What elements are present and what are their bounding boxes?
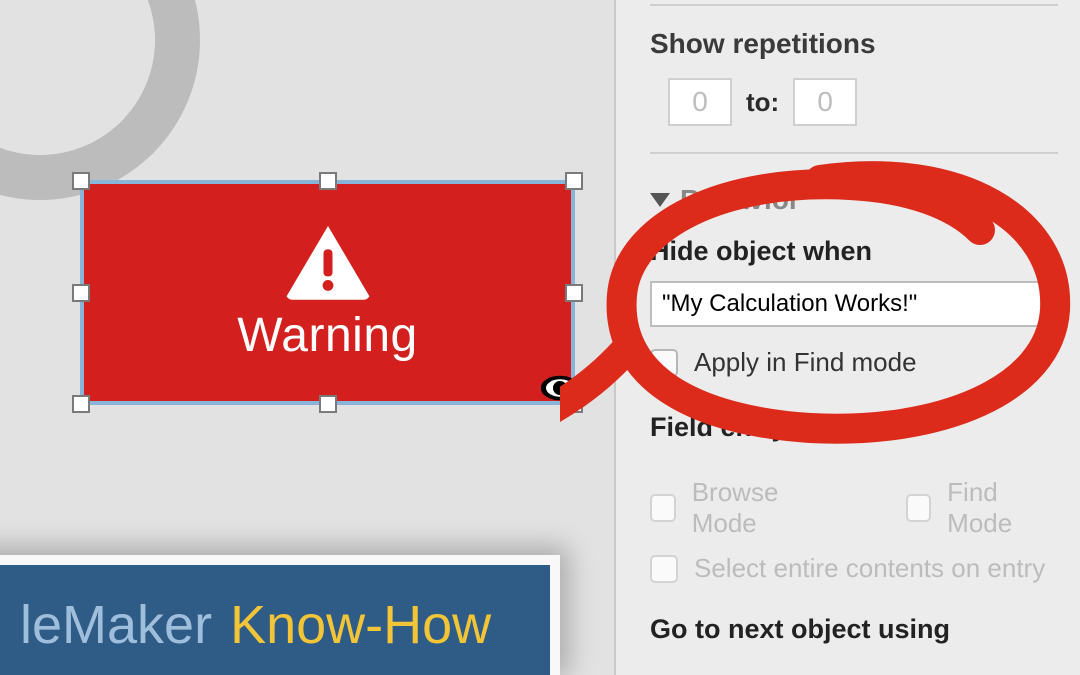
eye-icon xyxy=(539,367,581,409)
banner-text-1: leMaker xyxy=(20,594,212,656)
brand-banner: leMaker Know-How xyxy=(0,555,560,675)
behavior-section-header[interactable]: Behavior xyxy=(650,184,1058,216)
resize-handle-mr[interactable] xyxy=(565,284,583,302)
go-next-label: Go to next object using xyxy=(650,614,1058,645)
apply-find-label: Apply in Find mode xyxy=(694,347,917,378)
find-mode-row[interactable]: Find Mode xyxy=(906,477,1058,539)
warning-label: Warning xyxy=(237,308,417,363)
inspector-panel: Show repetitions 0 to: 0 Behavior Hide o… xyxy=(614,0,1080,675)
hide-object-label: Hide object when xyxy=(650,236,1058,267)
warning-triangle-icon xyxy=(283,222,373,302)
apply-find-mode-row[interactable]: Apply in Find mode xyxy=(650,347,1058,378)
resize-handle-tl[interactable] xyxy=(72,172,90,190)
browse-mode-label: Browse Mode xyxy=(692,477,836,539)
resize-handle-bl[interactable] xyxy=(72,395,90,413)
layout-canvas[interactable]: Warning leMaker Know- xyxy=(0,0,614,675)
browse-mode-checkbox[interactable] xyxy=(650,494,676,522)
behavior-title: Behavior xyxy=(680,184,800,216)
select-contents-checkbox[interactable] xyxy=(650,555,678,583)
select-contents-label: Select entire contents on entry xyxy=(694,553,1045,584)
browse-mode-row[interactable]: Browse Mode xyxy=(650,477,836,539)
selected-warning-object[interactable]: Warning xyxy=(80,180,575,405)
select-contents-row[interactable]: Select entire contents on entry xyxy=(650,553,1058,584)
hide-calculation-input[interactable] xyxy=(650,281,1058,327)
resize-handle-bm[interactable] xyxy=(319,395,337,413)
show-repetitions-label: Show repetitions xyxy=(650,28,1058,60)
resize-handle-ml[interactable] xyxy=(72,284,90,302)
field-entry-label: Field entry xyxy=(650,412,1058,443)
disclosure-triangle-icon xyxy=(650,193,670,207)
repetitions-from-input[interactable]: 0 xyxy=(668,78,732,126)
resize-handle-tr[interactable] xyxy=(565,172,583,190)
warning-box[interactable]: Warning xyxy=(80,180,575,405)
app-stage: Warning leMaker Know- xyxy=(0,0,1080,675)
repetitions-to-label: to: xyxy=(746,87,779,118)
banner-text-2: Know-How xyxy=(230,594,491,656)
apply-find-checkbox[interactable] xyxy=(650,349,678,377)
find-mode-label: Find Mode xyxy=(947,477,1058,539)
find-mode-checkbox[interactable] xyxy=(906,494,932,522)
hide-condition-badge[interactable] xyxy=(539,367,581,409)
repetitions-to-input[interactable]: 0 xyxy=(793,78,857,126)
resize-handle-tm[interactable] xyxy=(319,172,337,190)
